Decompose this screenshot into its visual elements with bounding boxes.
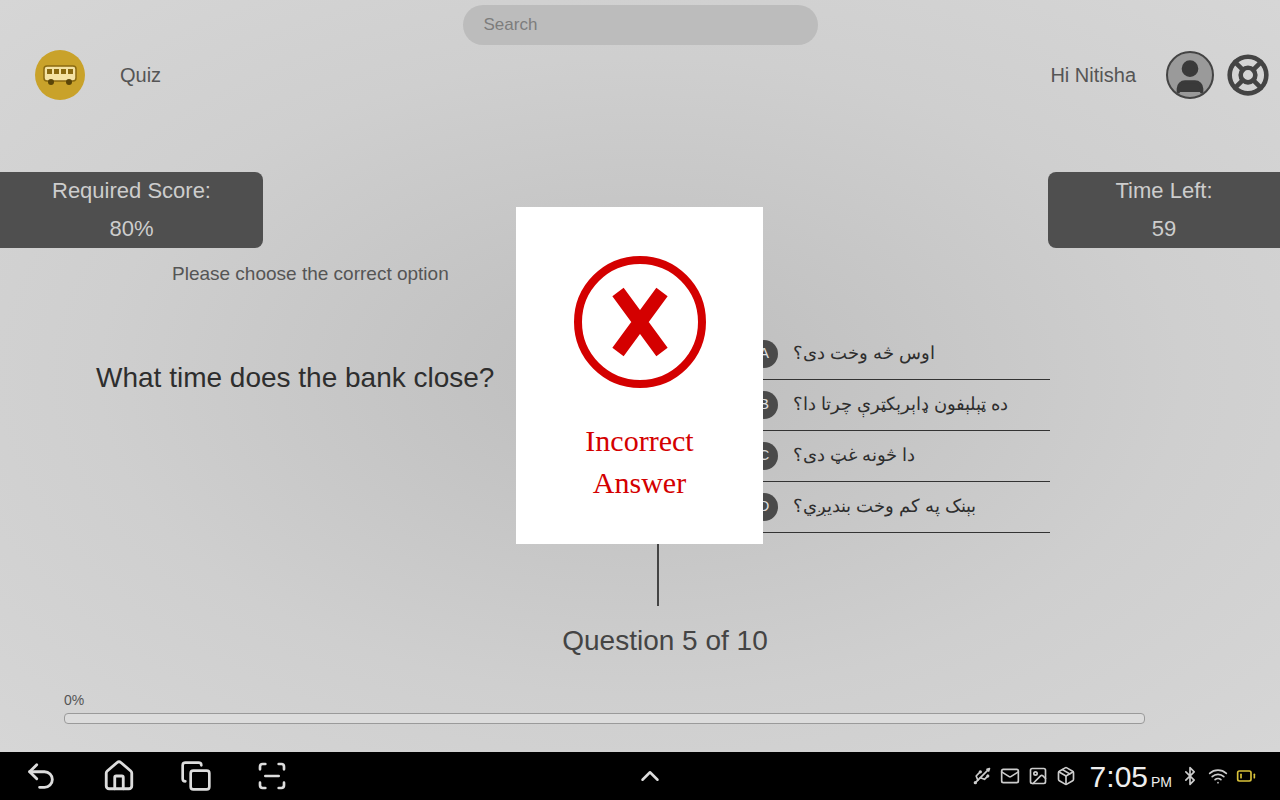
clock: 7:05PM — [1090, 754, 1172, 799]
option-text: اوس څه وخت دی؟ — [793, 340, 935, 367]
time-left-panel: Time Left:59 — [1048, 172, 1280, 248]
clock-meridiem: PM — [1151, 772, 1172, 793]
bluetooth-icon — [1180, 766, 1200, 786]
header: Quiz Hi Nitisha — [0, 50, 1280, 100]
usb-icon — [972, 766, 992, 786]
search-row: Search — [0, 0, 1280, 50]
option-text: ده ټېلېفون ډاېرېکټرې چرتا دا؟ — [793, 391, 1008, 418]
user-greeting: Hi Nitisha — [1050, 60, 1136, 90]
home-icon[interactable] — [102, 759, 136, 793]
screenshot-icon[interactable] — [256, 760, 288, 792]
clock-time: 7:05 — [1090, 754, 1148, 799]
nav-bar: 7:05PM — [0, 752, 1280, 800]
battery-icon — [1236, 766, 1256, 786]
required-score-panel: Required Score:80% — [0, 172, 263, 248]
option-row[interactable]: Dبېنک په کم وخت بندیږي؟ — [750, 482, 1050, 533]
wifi-icon — [1208, 766, 1228, 786]
bus-logo-icon[interactable] — [35, 50, 85, 100]
avatar-icon[interactable] — [1166, 51, 1214, 99]
time-left-label: Time Left: — [1116, 172, 1213, 210]
required-score-label: Required Score: — [52, 172, 211, 210]
option-row[interactable]: Bده ټېلېفون ډاېرېکټرې چرتا دا؟ — [750, 380, 1050, 431]
progress-label: 0% — [64, 690, 1280, 711]
app-title: Quiz — [120, 60, 161, 90]
back-icon[interactable] — [24, 759, 58, 793]
dropbox-icon — [1056, 766, 1076, 786]
search-field[interactable]: Search — [463, 5, 818, 45]
divider-line — [657, 541, 659, 606]
quiz-screen: Search Quiz Hi Nitisha Required Score:80% Ti… — [0, 0, 1280, 800]
time-left-value: 59 — [1152, 210, 1176, 248]
question-counter: Question 5 of 10 — [0, 620, 1280, 662]
image-icon — [1028, 766, 1048, 786]
options-list: Aاوس څه وخت دی؟Bده ټېلېفون ډاېرېکټرې چرت… — [750, 329, 1050, 533]
incorrect-dialog: Incorrect Answer — [516, 207, 763, 544]
option-row[interactable]: Aاوس څه وخت دی؟ — [750, 329, 1050, 380]
settings-ring-icon[interactable] — [1226, 53, 1270, 97]
recent-apps-icon[interactable] — [180, 760, 212, 792]
mail-icon — [1000, 766, 1020, 786]
dialog-message: Incorrect Answer — [555, 420, 725, 504]
option-row[interactable]: Cدا څونه غټ دی؟ — [750, 431, 1050, 482]
option-text: دا څونه غټ دی؟ — [793, 442, 915, 469]
required-score-value: 80% — [109, 210, 153, 248]
option-text: بېنک په کم وخت بندیږي؟ — [793, 493, 976, 520]
progress-track — [64, 713, 1145, 724]
chevron-up-icon[interactable] — [635, 761, 665, 791]
incorrect-x-icon — [572, 254, 708, 390]
